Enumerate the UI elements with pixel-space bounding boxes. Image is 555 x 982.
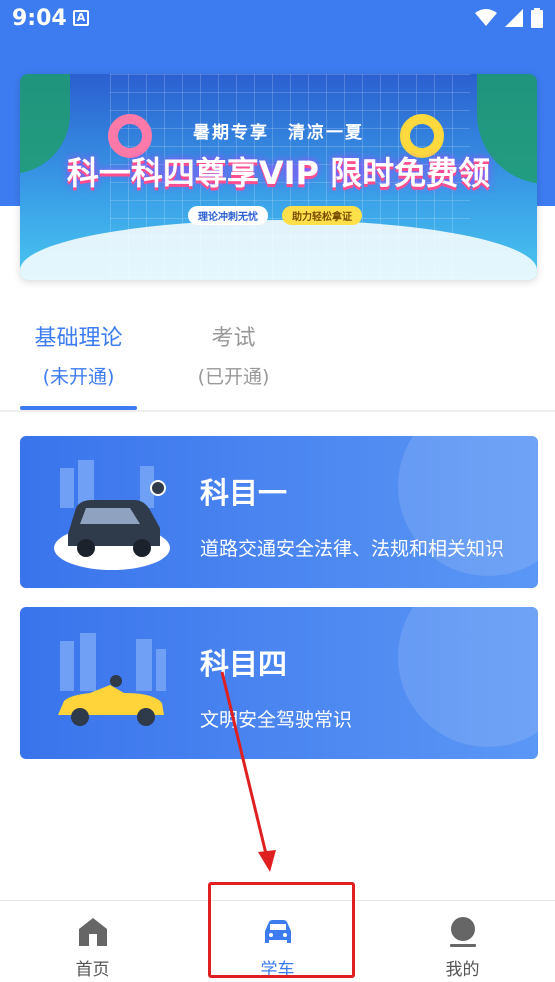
tab-label: 考试 [211,326,256,351]
signal-icon [505,9,523,27]
tab-exam[interactable]: 考试 (已开通) [175,320,292,389]
home-icon [79,918,107,946]
course-card-subject-four[interactable]: 科目四 文明安全驾驶常识 [20,607,538,759]
status-bar: 9:04 A [0,0,555,36]
tab-label: 基础理论 [34,326,123,351]
annotation-highlight-box [208,882,355,978]
banner-subtitle: 暑期专享 清凉一夏 [193,123,364,143]
tab-status: (已开通) [197,366,270,388]
course-description: 道路交通安全法律、法规和相关知识 [200,538,505,560]
course-card-subject-one[interactable]: 科目一 道路交通安全法律、法规和相关知识 [20,436,538,588]
nav-item-home[interactable]: 首页 [0,901,185,982]
profile-icon [450,917,476,947]
tab-basic-theory[interactable]: 基础理论 (未开通) [20,320,137,389]
banner-pill-left: 理论冲刺无忧 [188,206,268,225]
battery-icon [531,8,543,28]
tab-status: (未开通) [42,366,115,388]
course-description: 文明安全驾驶常识 [200,709,353,731]
convertible-illustration-icon [58,633,166,726]
course-title: 科目一 [200,476,288,510]
system-icons [475,8,543,28]
course-title: 科目四 [200,647,288,681]
notification-a-icon: A [73,10,89,26]
banner-pill-right: 助力轻松拿证 [282,206,362,225]
wifi-icon [475,9,497,26]
nav-label: 首页 [75,960,110,980]
card-decoration [398,607,538,747]
nav-label: 我的 [445,960,480,980]
car-illustration-icon [54,460,170,570]
active-tab-indicator [20,406,137,410]
banner-headline: 科一科四尊享VIP 限时免费领 [66,154,491,192]
promo-banner[interactable]: 暑期专享 清凉一夏 科一科四尊享VIP 限时免费领 理论冲刺无忧 助力轻松拿证 [20,74,537,280]
status-time: 9:04 [12,6,67,31]
nav-item-profile[interactable]: 我的 [370,901,555,982]
category-tabs: 基础理论 (未开通) 考试 (已开通) [0,320,555,412]
